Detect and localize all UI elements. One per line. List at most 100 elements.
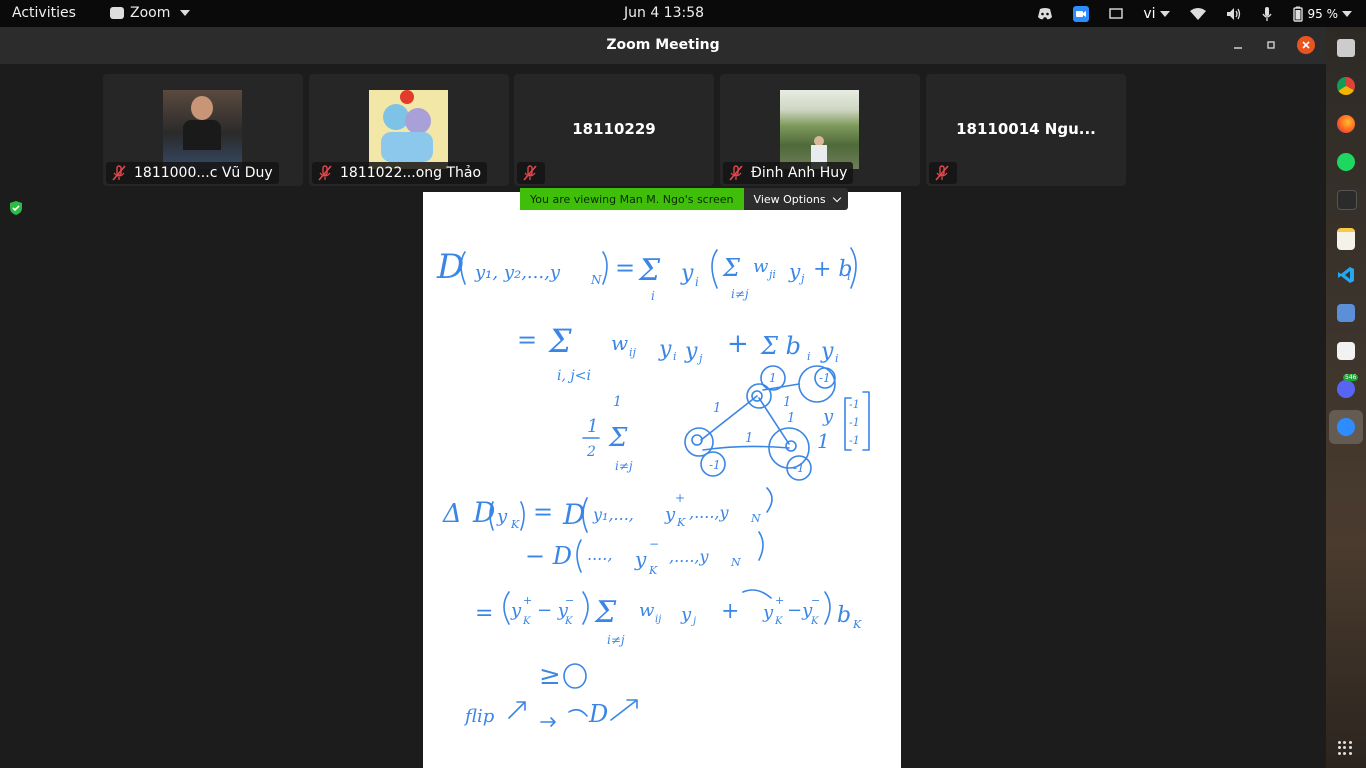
activities-button[interactable]: Activities [12, 5, 76, 21]
svg-text:−: − [649, 537, 659, 551]
svg-text:D: D [436, 247, 464, 287]
participant-tile[interactable]: 18110014 Ngu... [926, 74, 1126, 186]
participant-tile[interactable]: 1811022...ong Thảo [309, 74, 509, 186]
svg-text:w: w [639, 600, 655, 621]
view-options-button[interactable]: View Options [743, 188, 848, 210]
discord-icon[interactable]: 546 [1337, 374, 1359, 398]
svg-text:K: K [676, 516, 686, 529]
svg-text:Σ: Σ [638, 253, 661, 288]
view-options-label: View Options [753, 192, 826, 206]
chrome-icon[interactable] [1337, 77, 1355, 95]
svg-text:j: j [691, 616, 696, 627]
svg-text:+: + [523, 594, 532, 607]
volume-icon[interactable] [1226, 7, 1242, 21]
svg-text:Σ: Σ [722, 254, 741, 282]
svg-text:K: K [810, 616, 819, 627]
svg-text:flip: flip [463, 706, 495, 727]
svg-text:=: = [615, 254, 635, 282]
muted-mic-icon [727, 164, 745, 182]
app-menu-label: Zoom [130, 5, 171, 21]
svg-text:-1: -1 [849, 398, 860, 411]
chevron-down-icon [1159, 10, 1170, 17]
svg-text:+: + [721, 599, 739, 624]
screen-share-banner: You are viewing Man M. Ngo's screen View… [520, 188, 848, 210]
svg-text:K: K [510, 518, 520, 531]
clock[interactable]: Jun 4 13:58 [624, 5, 704, 21]
participant-name-label: 1811022...ong Thảo [312, 162, 488, 184]
participant-avatar [163, 90, 242, 169]
window-title-bar: Zoom Meeting [0, 27, 1326, 64]
svg-text:i, j<i: i, j<i [557, 368, 591, 384]
svg-text:+: + [727, 329, 749, 359]
system-tray: vi 95 % [1027, 0, 1366, 27]
application-dock: 546 [1326, 27, 1366, 768]
svg-text:ij: ij [629, 346, 637, 359]
tasks-icon[interactable] [1337, 304, 1355, 322]
screen-share-tray-icon[interactable] [1109, 7, 1124, 20]
participant-tile[interactable]: 18110229 [514, 74, 714, 186]
zoom-dock-icon[interactable] [1337, 418, 1355, 436]
handwritten-notes: D y₁, y₂,...,y N = Σ i y i Σ w ji y j + … [436, 247, 870, 728]
show-applications-icon[interactable] [1338, 741, 1352, 755]
svg-text:1: 1 [745, 431, 753, 446]
input-method-menu[interactable]: vi [1143, 6, 1170, 22]
microphone-icon[interactable] [1261, 6, 1272, 22]
participant-name: Đinh Anh Huy [751, 165, 848, 181]
shared-screen[interactable]: D y₁, y₂,...,y N = Σ i y i Σ w ji y j + … [423, 192, 901, 768]
svg-text:2: 2 [586, 444, 596, 460]
svg-text:K: K [774, 616, 783, 627]
svg-text:-1: -1 [793, 461, 805, 475]
app-menu[interactable]: Zoom [110, 5, 191, 21]
svg-text:−: − [565, 594, 574, 607]
svg-text:....,: ...., [587, 545, 612, 564]
svg-text:y: y [762, 602, 774, 623]
svg-text:1: 1 [783, 395, 791, 410]
svg-text:1: 1 [787, 411, 795, 426]
firefox-icon[interactable] [1337, 115, 1355, 133]
restore-button[interactable] [1262, 36, 1280, 54]
notes-icon[interactable] [1337, 228, 1355, 250]
spotify-icon[interactable] [1337, 153, 1355, 171]
chevron-down-icon [832, 193, 841, 202]
window-title: Zoom Meeting [606, 37, 720, 53]
minimize-button[interactable] [1229, 36, 1247, 54]
svg-text:-1: -1 [849, 434, 860, 447]
svg-text:y: y [680, 261, 694, 286]
encryption-shield-icon[interactable] [8, 200, 24, 220]
svg-text:,....,y: ,....,y [669, 547, 710, 566]
participant-tile[interactable]: 1811000...c Vũ Duy [103, 74, 303, 186]
system-top-bar: Activities Zoom Jun 4 13:58 vi 95 % [0, 0, 1366, 27]
close-button[interactable] [1297, 36, 1315, 54]
svg-text:Σ b: Σ b [760, 332, 801, 360]
svg-text:K: K [648, 564, 658, 577]
muted-mic-icon [933, 164, 951, 182]
zoom-tray-icon[interactable] [1073, 5, 1090, 22]
svg-text:y: y [680, 604, 692, 625]
svg-text:K: K [522, 616, 531, 627]
svg-text:+: + [775, 594, 784, 607]
participant-big-name: 18110014 Ngu... [956, 120, 1096, 138]
svg-text:1: 1 [613, 394, 622, 410]
document-icon[interactable] [1337, 342, 1355, 360]
svg-text:Σ: Σ [608, 423, 628, 453]
svg-text:1: 1 [769, 371, 777, 385]
viewing-screen-message: You are viewing Man M. Ngo's screen [520, 188, 744, 210]
participant-name-label: Đinh Anh Huy [723, 162, 854, 184]
svg-text:-1: -1 [849, 416, 860, 429]
svg-text:ij: ij [655, 614, 661, 625]
svg-text:y: y [510, 600, 522, 621]
vscode-icon[interactable] [1337, 266, 1355, 284]
terminal-icon[interactable] [1337, 190, 1357, 210]
wifi-icon[interactable] [1189, 7, 1206, 20]
battery-indicator[interactable]: 95 % [1292, 6, 1352, 22]
svg-text:N: N [750, 512, 761, 525]
chevron-down-icon [180, 10, 191, 16]
svg-text:Σ: Σ [548, 322, 572, 360]
discord-tray-icon[interactable] [1037, 7, 1053, 20]
files-icon[interactable] [1337, 39, 1355, 57]
svg-text:y: y [496, 506, 508, 527]
participant-avatar [780, 90, 859, 169]
svg-text:i≠j: i≠j [615, 459, 633, 473]
svg-text:-1: -1 [709, 458, 721, 472]
participant-tile[interactable]: Đinh Anh Huy [720, 74, 920, 186]
